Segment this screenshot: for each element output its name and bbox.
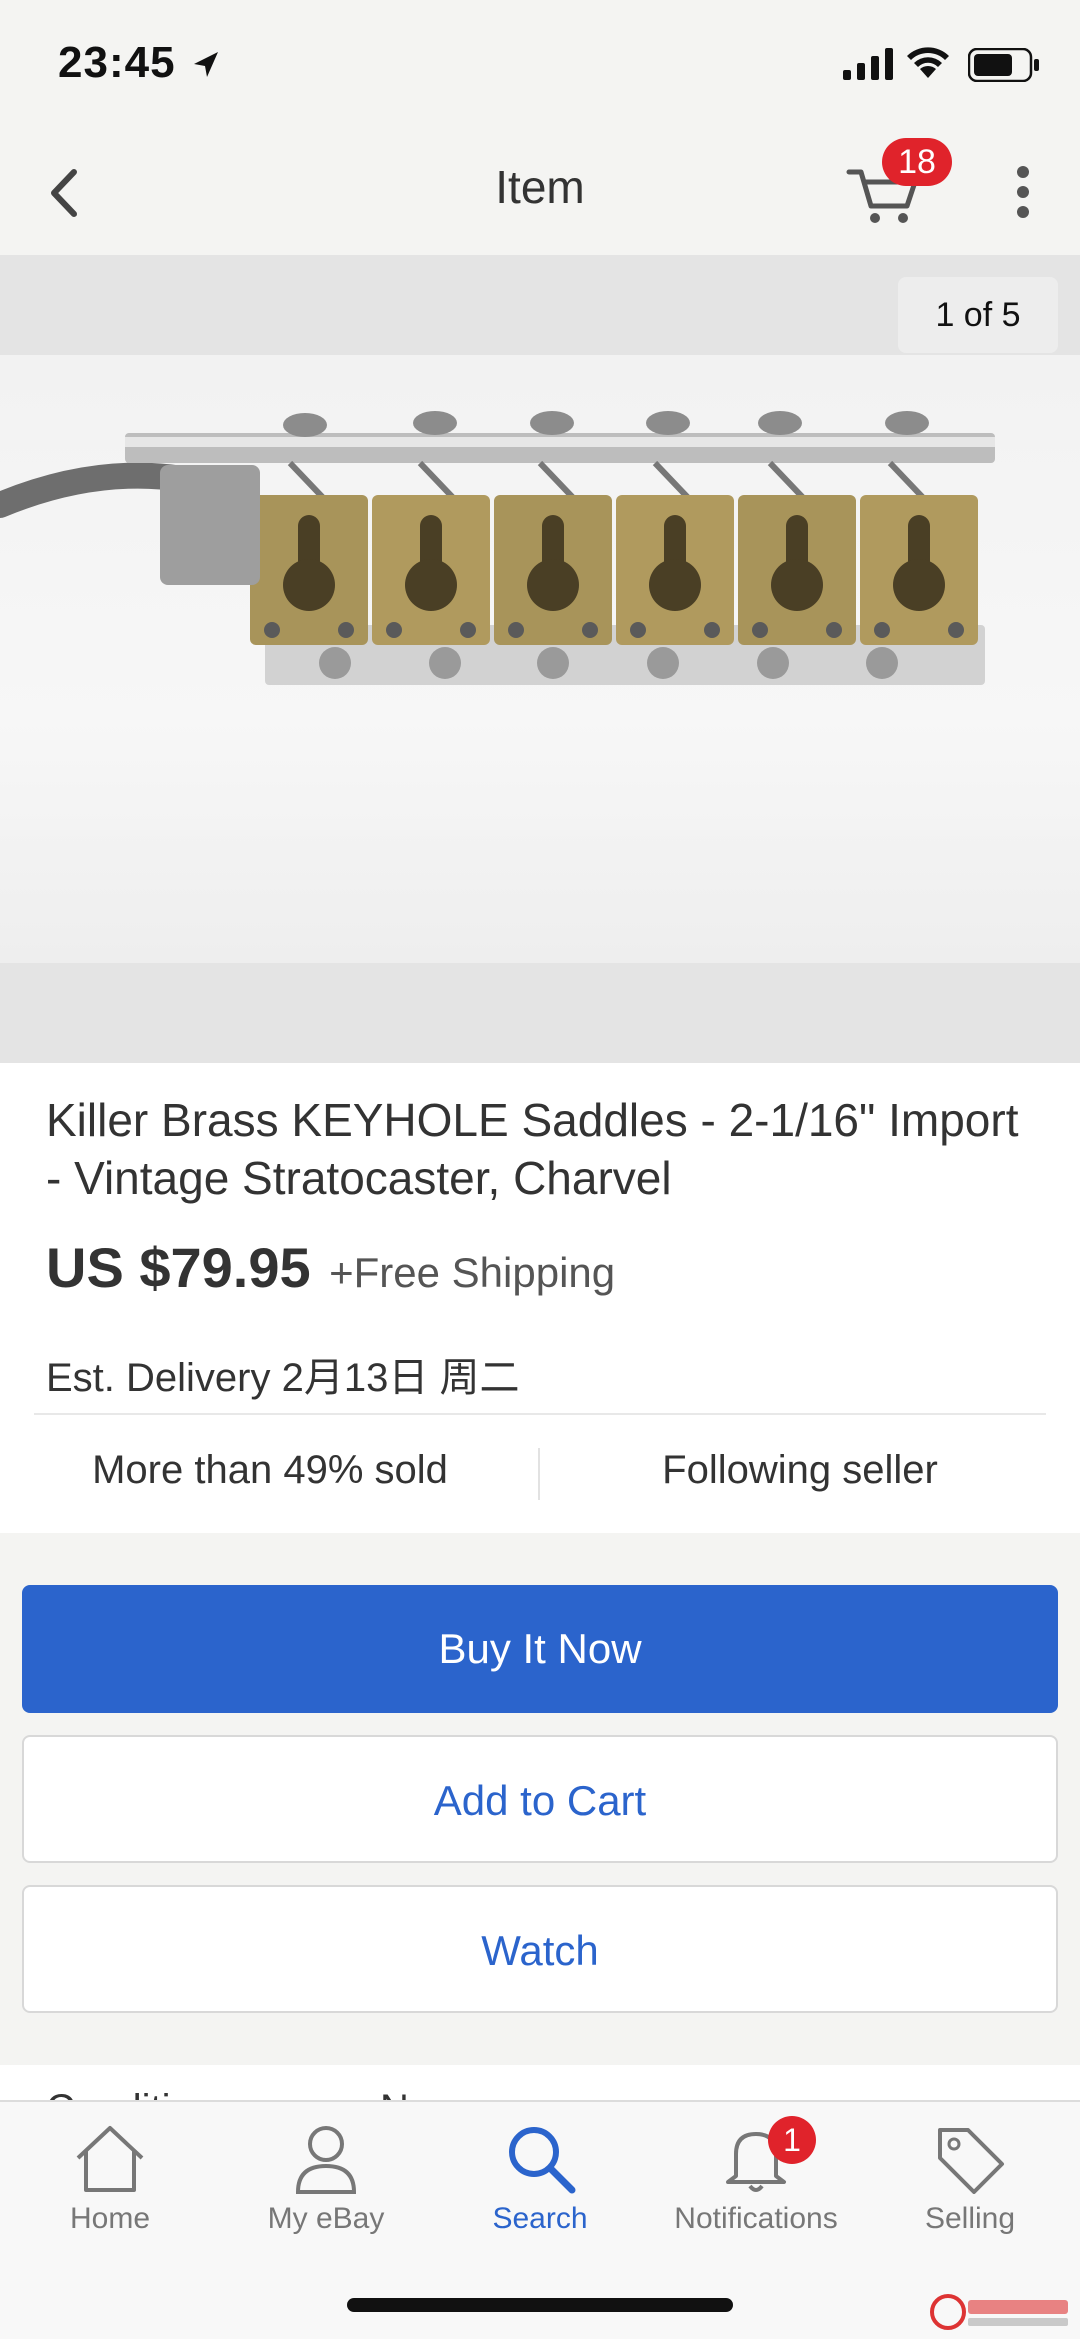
item-price: US $79.95 — [46, 1236, 311, 1299]
cart-count-badge: 18 — [882, 138, 952, 186]
condition-row: Conditi N — [0, 2065, 1080, 2105]
tag-icon — [938, 2128, 1004, 2194]
buy-it-now-button[interactable]: Buy It Now — [22, 1585, 1058, 1713]
sold-stat: More than 49% sold — [92, 1448, 448, 1492]
item-title: Killer Brass KEYHOLE Saddles - 2-1/16" I… — [46, 1094, 1019, 1204]
tab-search[interactable]: Search — [432, 2122, 648, 2272]
image-counter: 1 of 5 — [898, 277, 1058, 353]
tab-label-search: Search — [492, 2202, 588, 2235]
add-to-cart-button[interactable]: Add to Cart — [22, 1735, 1058, 1863]
signal-icon — [843, 48, 893, 80]
price-row: US $79.95 +Free Shipping — [46, 1235, 615, 1300]
notification-badge: 1 — [768, 2116, 816, 2164]
image-gallery[interactable]: 1 of 5 — [0, 255, 1080, 1063]
item-details: Killer Brass KEYHOLE Saddles - 2-1/16" I… — [0, 1063, 1080, 1533]
tab-label-selling: Selling — [924, 2202, 1016, 2235]
product-photo[interactable] — [0, 355, 1080, 963]
shipping-info: +Free Shipping — [329, 1249, 616, 1296]
nav-header: Item 18 — [0, 130, 1080, 255]
battery-icon — [968, 48, 1039, 82]
home-indicator — [347, 2298, 733, 2312]
status-time: 23:45 — [58, 38, 176, 87]
tab-label-my-ebay: My eBay — [267, 2202, 385, 2235]
tab-label-notifications: Notifications — [674, 2202, 838, 2235]
tab-selling[interactable]: Selling — [862, 2122, 1078, 2272]
status-bar: 23:45 — [0, 0, 1080, 130]
watermark-logo — [930, 2294, 1068, 2330]
tab-my-ebay[interactable]: My eBay — [218, 2122, 434, 2272]
person-icon — [295, 2126, 357, 2194]
watch-button[interactable]: Watch — [22, 1885, 1058, 2013]
delivery-estimate: Est. Delivery 2月13日 周二 — [46, 1356, 520, 1400]
wifi-icon — [907, 47, 949, 78]
tab-home[interactable]: Home — [2, 2122, 218, 2272]
location-arrow-icon — [194, 52, 218, 77]
product-image — [0, 411, 995, 685]
search-icon — [509, 2127, 576, 2194]
more-options-icon[interactable] — [1005, 162, 1041, 222]
divider — [34, 1413, 1046, 1415]
tab-label-home: Home — [69, 2202, 151, 2235]
tab-notifications[interactable]: 1 Notifications — [648, 2116, 864, 2272]
following-seller[interactable]: Following seller — [540, 1448, 1060, 1493]
home-icon — [76, 2126, 144, 2192]
